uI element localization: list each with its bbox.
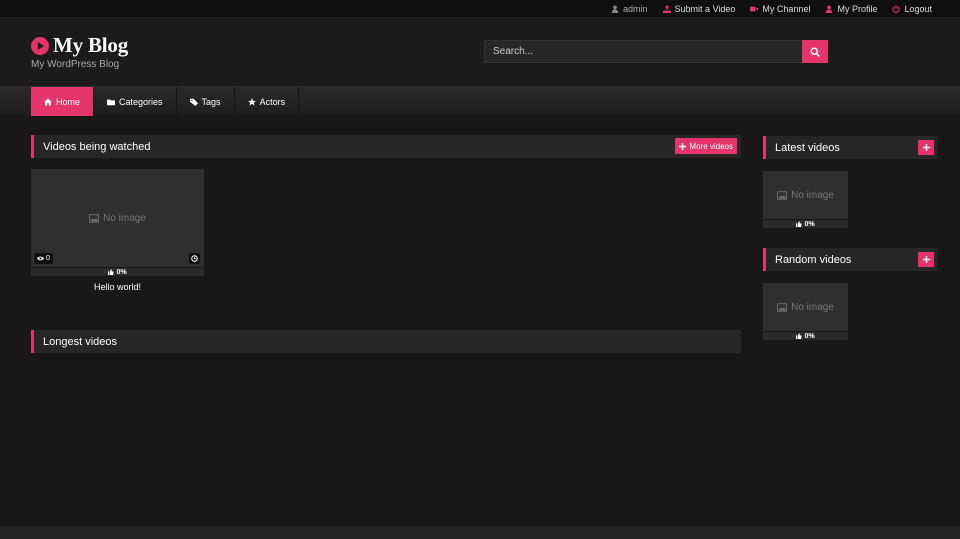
top-link-admin[interactable]: admin — [611, 4, 648, 14]
nav-item-categories[interactable]: Categories — [94, 87, 177, 116]
footer-strip — [0, 526, 960, 539]
nav-item-tags[interactable]: Tags — [177, 87, 235, 116]
top-link-logout[interactable]: Logout — [892, 4, 932, 14]
search-input[interactable] — [484, 40, 802, 63]
section-longest-videos: Longest videos — [31, 330, 741, 353]
video-title-link[interactable]: Hello world! — [31, 282, 204, 292]
clock-icon — [191, 255, 198, 262]
thumbs-up-icon — [796, 333, 803, 339]
main-nav: Home Categories Tags Actors — [31, 87, 300, 116]
top-bar-links: admin Submit a Video My Channel My Profi… — [611, 0, 932, 17]
plus-icon — [922, 144, 930, 151]
random-videos-more-button[interactable] — [918, 252, 934, 267]
latest-video-thumbnail[interactable]: No image — [763, 171, 848, 219]
top-link-label: My Profile — [837, 3, 878, 14]
views-count: 0 — [46, 255, 50, 262]
user-icon — [611, 5, 619, 13]
no-image-text: No image — [791, 301, 834, 313]
plus-icon — [679, 142, 687, 150]
rating-bar: 0% — [31, 268, 204, 276]
section-title: Random videos — [775, 253, 852, 266]
video-thumbnail[interactable]: No image — [31, 169, 204, 267]
search-icon — [810, 46, 820, 57]
section-title: Videos being watched — [43, 140, 151, 153]
nav-item-label: Home — [56, 96, 81, 107]
top-link-label: My Channel — [762, 3, 811, 14]
section-videos-being-watched: Videos being watched More videos — [31, 135, 741, 158]
nav-item-label: Actors — [259, 96, 286, 107]
play-circle-icon — [31, 36, 49, 55]
site-header: My Blog My WordPress Blog — [0, 17, 960, 86]
folder-icon — [107, 99, 116, 105]
home-icon — [44, 97, 52, 106]
rating-value: 0% — [804, 332, 815, 340]
duration-badge — [189, 253, 200, 264]
image-icon — [777, 190, 788, 200]
video-camera-icon — [750, 6, 759, 11]
tags-icon — [189, 98, 198, 106]
power-icon — [892, 4, 901, 13]
plus-icon — [922, 256, 930, 263]
thumbs-up-icon — [108, 269, 115, 275]
top-link-label: Submit a Video — [674, 3, 736, 14]
nav-item-label: Categories — [119, 96, 163, 107]
search-form — [484, 40, 828, 63]
top-link-label: Logout — [904, 3, 932, 14]
nav-item-home[interactable]: Home — [31, 87, 95, 116]
section-title: Latest videos — [775, 141, 840, 154]
search-button[interactable] — [802, 40, 828, 63]
star-icon — [247, 97, 256, 105]
upload-icon — [662, 4, 671, 13]
top-link-submit-video[interactable]: Submit a Video — [662, 3, 736, 14]
rating-bar: 0% — [763, 220, 848, 228]
top-bar: admin Submit a Video My Channel My Profi… — [0, 0, 960, 17]
no-image-text: No image — [791, 189, 834, 201]
rating-bar: 0% — [763, 332, 848, 340]
latest-videos-more-button[interactable] — [918, 140, 934, 155]
rating-value: 0% — [804, 220, 815, 228]
top-link-my-profile[interactable]: My Profile — [825, 4, 877, 14]
nav-item-actors[interactable]: Actors — [235, 87, 300, 116]
views-badge: 0 — [34, 253, 53, 264]
section-title: Longest videos — [43, 335, 117, 348]
no-image-text: No image — [103, 212, 146, 224]
image-icon — [777, 302, 788, 312]
eye-icon — [37, 256, 44, 261]
user-icon — [826, 5, 833, 13]
site-tagline: My WordPress Blog — [31, 59, 120, 70]
top-link-label: admin — [623, 3, 648, 14]
main-nav-bar: Home Categories Tags Actors — [0, 86, 960, 116]
sidebar-latest-videos: Latest videos — [763, 136, 938, 159]
nav-item-label: Tags — [201, 96, 221, 107]
image-icon — [89, 213, 100, 223]
site-title: My Blog — [53, 33, 129, 57]
more-videos-button[interactable]: More videos — [675, 138, 737, 154]
sidebar-random-videos: Random videos — [763, 248, 938, 271]
thumbs-up-icon — [796, 221, 803, 227]
random-video-thumbnail[interactable]: No image — [763, 283, 848, 331]
top-link-my-channel[interactable]: My Channel — [750, 4, 810, 14]
more-videos-label: More videos — [689, 141, 733, 151]
site-logo[interactable]: My Blog — [31, 33, 128, 58]
rating-value: 0% — [116, 268, 127, 276]
